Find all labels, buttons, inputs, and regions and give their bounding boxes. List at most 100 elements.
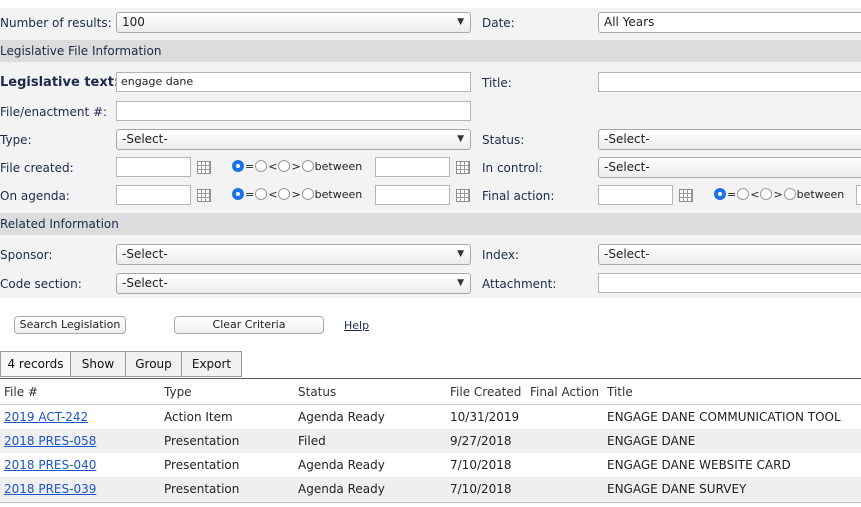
results-grid-header: File # Type Status File Created Final Ac… [0, 378, 861, 405]
calendar-icon[interactable] [197, 161, 211, 174]
table-row: 2018 PRES-039 Presentation Agenda Ready … [0, 477, 861, 501]
on-agenda-label: On agenda: [0, 189, 70, 203]
section-legislative-header: Legislative File Information [0, 40, 861, 62]
file-created-operator-radios: = < > between [232, 160, 363, 174]
type-select[interactable]: -Select- ▼ [116, 129, 471, 150]
column-header-title[interactable]: Title [607, 385, 633, 399]
file-link[interactable]: 2018 PRES-039 [4, 482, 96, 496]
records-count-tab: 4 records [0, 351, 71, 377]
section-related-title: Related Information [0, 217, 119, 231]
sponsor-value: -Select- [122, 247, 168, 261]
final-action-start-input[interactable] [598, 185, 673, 205]
num-results-select[interactable]: 100 ▼ [116, 12, 471, 33]
row-file-created: 7/10/2018 [450, 458, 512, 472]
radio-greater-than[interactable] [760, 188, 773, 200]
type-label: Type: [0, 133, 32, 147]
column-header-final-action[interactable]: Final Action [530, 385, 599, 399]
calendar-icon[interactable] [197, 189, 211, 202]
row-status: Agenda Ready [298, 482, 385, 496]
column-header-file[interactable]: File # [4, 385, 38, 399]
row-type: Presentation [164, 434, 240, 448]
row-title: ENGAGE DANE WEBSITE CARD [607, 458, 791, 472]
radio-equals[interactable] [232, 160, 244, 172]
row-type: Presentation [164, 482, 240, 496]
row-status: Agenda Ready [298, 458, 385, 472]
date-select[interactable]: All Years [598, 12, 861, 33]
radio-less-than[interactable] [255, 188, 268, 200]
radio-between[interactable] [301, 188, 314, 200]
search-legislation-button[interactable]: Search Legislation [14, 316, 126, 334]
radio-equals[interactable] [232, 188, 244, 200]
chevron-down-icon: ▼ [457, 134, 464, 144]
on-agenda-start-input[interactable] [116, 185, 191, 205]
row-file-created: 9/27/2018 [450, 434, 512, 448]
file-link[interactable]: 2019 ACT-242 [4, 410, 88, 424]
attachment-input[interactable] [598, 273, 861, 293]
date-value: All Years [604, 15, 655, 29]
calendar-icon[interactable] [456, 189, 470, 202]
table-row: 2019 ACT-242 Action Item Agenda Ready 10… [0, 405, 861, 429]
in-control-value: -Select- [604, 160, 650, 174]
table-row: 2018 PRES-040 Presentation Agenda Ready … [0, 453, 861, 477]
radio-between[interactable] [301, 160, 314, 172]
row-status: Filed [298, 434, 326, 448]
final-action-end-input[interactable] [856, 185, 861, 205]
code-section-label: Code section: [0, 277, 82, 291]
grid-bottom-border [0, 502, 861, 503]
radio-greater-than[interactable] [278, 160, 291, 172]
radio-between[interactable] [783, 188, 796, 200]
code-section-select[interactable]: -Select- ▼ [116, 273, 471, 294]
file-created-end-input[interactable] [375, 157, 450, 177]
on-agenda-operator-radios: = < > between [232, 188, 363, 202]
column-header-type[interactable]: Type [164, 385, 192, 399]
legislative-text-input[interactable]: engage dane [116, 72, 471, 92]
chevron-down-icon: ▼ [457, 17, 464, 27]
row-title: ENGAGE DANE [607, 434, 696, 448]
file-enactment-input[interactable] [116, 101, 471, 121]
column-header-file-created[interactable]: File Created [450, 385, 521, 399]
legislative-text-label: Legislative text: [0, 75, 120, 90]
show-tab[interactable]: Show [70, 351, 126, 377]
radio-greater-than[interactable] [278, 188, 291, 200]
row-type: Presentation [164, 458, 240, 472]
num-results-label: Number of results: [0, 16, 112, 30]
status-select[interactable]: -Select- [598, 129, 861, 150]
on-agenda-end-input[interactable] [375, 185, 450, 205]
in-control-select[interactable]: -Select- [598, 157, 861, 178]
radio-less-than[interactable] [255, 160, 268, 172]
chevron-down-icon: ▼ [457, 278, 464, 288]
chevron-down-icon: ▼ [457, 249, 464, 259]
attachment-label: Attachment: [482, 277, 557, 291]
num-results-value: 100 [122, 15, 145, 29]
file-link[interactable]: 2018 PRES-058 [4, 434, 96, 448]
row-status: Agenda Ready [298, 410, 385, 424]
status-label: Status: [482, 133, 525, 147]
in-control-label: In control: [482, 161, 543, 175]
row-title: ENGAGE DANE SURVEY [607, 482, 747, 496]
group-tab[interactable]: Group [125, 351, 182, 377]
export-tab[interactable]: Export [181, 351, 242, 377]
title-input[interactable] [598, 72, 861, 92]
calendar-icon[interactable] [456, 161, 470, 174]
file-link[interactable]: 2018 PRES-040 [4, 458, 96, 472]
help-link[interactable]: Help [344, 319, 369, 332]
sponsor-select[interactable]: -Select- ▼ [116, 244, 471, 265]
row-title: ENGAGE DANE COMMUNICATION TOOL [607, 410, 841, 424]
index-value: -Select- [604, 247, 650, 261]
table-row: 2018 PRES-058 Presentation Filed 9/27/20… [0, 429, 861, 453]
date-label: Date: [482, 16, 515, 30]
sponsor-label: Sponsor: [0, 248, 53, 262]
clear-criteria-button[interactable]: Clear Criteria [174, 316, 324, 334]
calendar-icon[interactable] [679, 189, 693, 202]
radio-less-than[interactable] [737, 188, 750, 200]
radio-equals[interactable] [714, 188, 726, 200]
final-action-label: Final action: [482, 189, 555, 203]
index-select[interactable]: -Select- [598, 244, 861, 265]
index-label: Index: [482, 248, 520, 262]
section-related-header: Related Information [0, 213, 861, 235]
column-header-status[interactable]: Status [298, 385, 336, 399]
section-legislative-title: Legislative File Information [0, 44, 162, 58]
row-file-created: 7/10/2018 [450, 482, 512, 496]
file-created-start-input[interactable] [116, 157, 191, 177]
file-enactment-label: File/enactment #: [0, 105, 108, 119]
